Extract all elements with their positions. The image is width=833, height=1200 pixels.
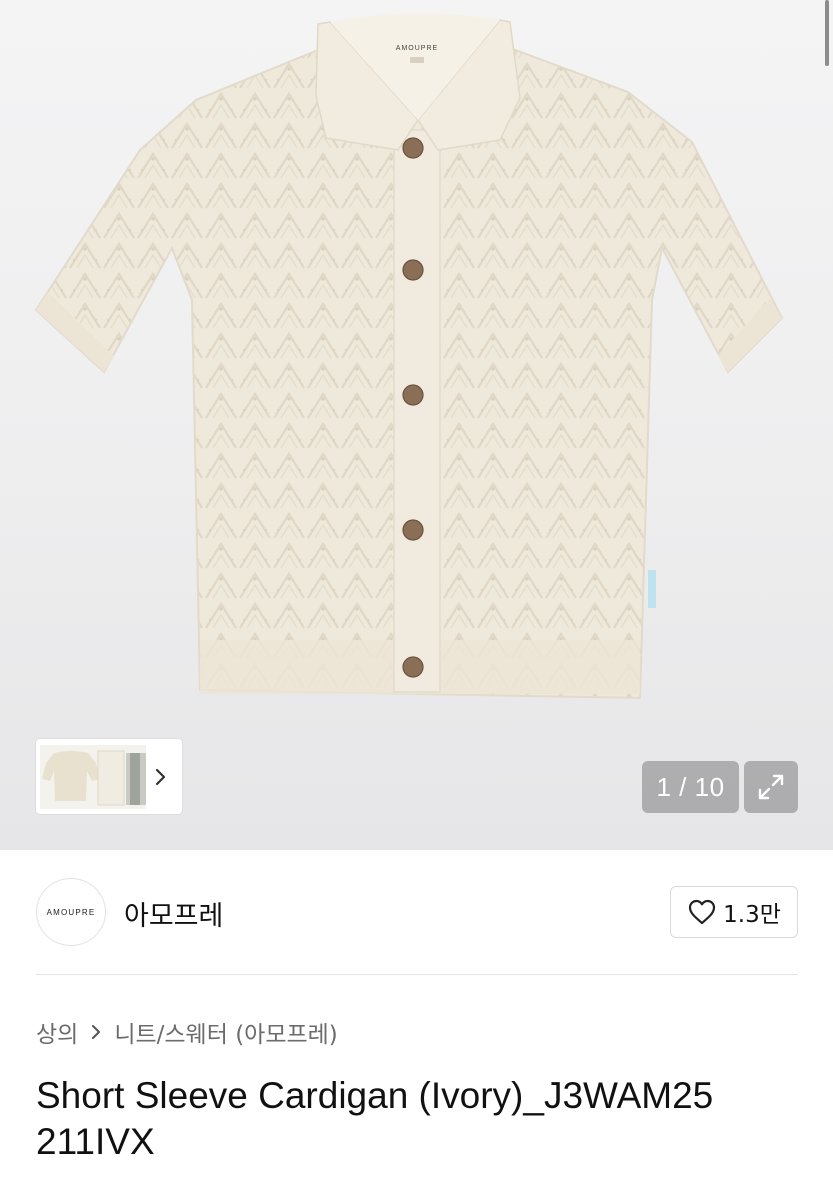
product-title: Short Sleeve Cardigan (Ivory)_J3WAM25 21… [36,1073,816,1165]
chevron-right-icon [90,1023,102,1041]
counter-current: 1 [656,771,672,802]
chevron-right-icon [155,768,166,785]
brand-logo[interactable]: AMOUPRE [36,878,106,946]
product-image-gallery[interactable]: AMOUPRE 1 / 10 [0,0,833,850]
counter-total: 10 [694,771,725,802]
breadcrumb: 상의 니트/스웨터 (아모프레) [36,1014,338,1050]
breadcrumb-item-subcategory[interactable]: 니트/스웨터 (아모프레) [114,1015,337,1049]
brand-name-link[interactable]: 아모프레 [124,894,223,933]
section-divider [36,974,798,975]
garment-side-tag [648,570,656,608]
expand-image-button[interactable] [744,761,798,813]
garment-placket [393,129,441,693]
garment-neck-label: AMOUPRE [396,45,438,52]
expand-arrows-icon [758,774,784,800]
thumbnail-strip[interactable] [36,739,182,814]
thumbnail-next-button[interactable] [146,757,176,797]
image-counter: 1 / 10 [642,761,739,813]
like-count: 1.3만 [723,902,781,928]
product-page: AMOUPRE 1 / 10 AMOUPRE 아모프레 1.3만 상의 니트/스… [0,0,833,1200]
brand-logo-text: AMOUPRE [46,907,96,917]
heart-outline-icon [689,899,716,925]
breadcrumb-item-category[interactable]: 상의 [36,1015,78,1049]
counter-separator: / [671,771,695,802]
brand-row: AMOUPRE 아모프레 1.3만 [36,878,798,946]
like-button[interactable]: 1.3만 [670,886,798,938]
thumbnail-image[interactable] [40,744,146,809]
product-title-line1: Short Sleeve Cardigan (Ivory)_J3WAM25 [36,1075,714,1116]
product-title-line2: 211IVX [36,1121,155,1162]
product-image-cardigan[interactable]: AMOUPRE [0,0,833,850]
